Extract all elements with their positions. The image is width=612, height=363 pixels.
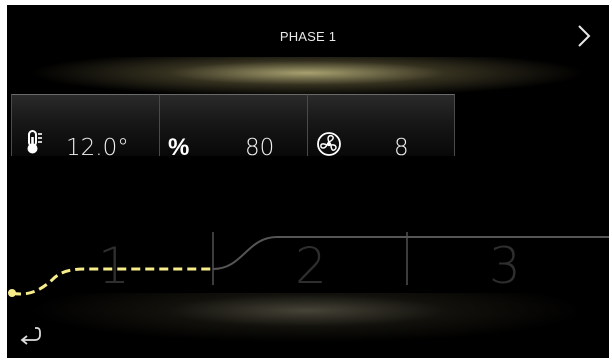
- screen: PHASE 1 12.0° % 80 8 1 2 3: [7, 5, 609, 358]
- thermometer-icon: [27, 130, 42, 154]
- phase-1-label[interactable]: 1: [98, 237, 130, 295]
- parameter-bar: 12.0° % 80 8: [11, 94, 461, 161]
- back-button[interactable]: [17, 323, 43, 349]
- temperature-tile[interactable]: 12.0°: [11, 94, 159, 161]
- fan-speed-value: 8: [394, 135, 409, 161]
- return-arrow-icon: [20, 327, 41, 345]
- page-title: PHASE 1: [279, 29, 337, 44]
- percent-icon: %: [168, 134, 190, 161]
- fan-icon: [317, 132, 341, 156]
- temperature-value: 12.0°: [66, 135, 129, 161]
- header-glow: [27, 57, 587, 97]
- humidity-tile[interactable]: % 80: [159, 94, 307, 161]
- footer-glow: [27, 293, 587, 343]
- chevron-right-icon: [578, 25, 591, 47]
- humidity-value: 80: [245, 135, 275, 161]
- fan-speed-tile[interactable]: 8: [307, 94, 455, 161]
- next-button[interactable]: [571, 19, 597, 53]
- phase-3-label[interactable]: 3: [489, 237, 521, 295]
- phase-2-label[interactable]: 2: [295, 237, 327, 295]
